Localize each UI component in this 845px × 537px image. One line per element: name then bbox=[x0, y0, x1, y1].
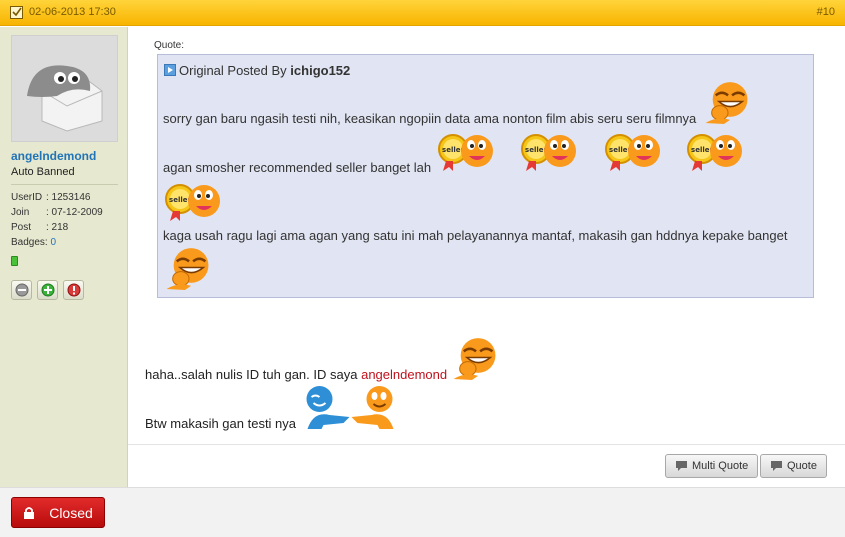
speech-bubble-icon bbox=[676, 461, 687, 471]
post-header: 02-06-2013 17:30 #10 bbox=[0, 0, 845, 26]
closed-button[interactable]: Closed bbox=[11, 497, 105, 528]
user-id-value: : 1253146 bbox=[46, 192, 91, 203]
join-label: Join bbox=[11, 207, 30, 218]
quote-line-1: sorry gan baru ngasih testi nih, keasika… bbox=[163, 111, 697, 126]
user-panel: angelndemond Auto Banned UserID: 1253146… bbox=[0, 27, 128, 487]
reputation-bar bbox=[11, 256, 18, 266]
plus-circle-icon bbox=[41, 283, 55, 297]
seller-badge-emoticon-icon bbox=[602, 127, 664, 172]
quote-author[interactable]: ichigo152 bbox=[290, 63, 350, 78]
quote-header: Original Posted By ichigo152 bbox=[164, 63, 350, 78]
post-count-row: Post : 218 bbox=[11, 222, 68, 233]
avatar[interactable] bbox=[11, 35, 118, 142]
seller-badge-emoticon-icon bbox=[435, 127, 497, 172]
badges-count[interactable]: 0 bbox=[50, 237, 56, 248]
join-value: : 07-12-2009 bbox=[46, 207, 103, 218]
post-number[interactable]: #10 bbox=[817, 6, 835, 18]
minus-circle-icon bbox=[15, 283, 29, 297]
multi-quote-button[interactable]: Multi Quote bbox=[665, 454, 759, 478]
quote-line-2: agan smosher recommended seller banget l… bbox=[163, 160, 432, 175]
block-user-button[interactable] bbox=[11, 280, 32, 300]
post-datetime: 02-06-2013 17:30 bbox=[29, 6, 116, 18]
message-line-1: haha..salah nulis ID tuh gan. ID saya an… bbox=[145, 367, 447, 382]
thread-footer: Closed bbox=[0, 487, 845, 537]
seller-badge-emoticon-icon bbox=[518, 127, 580, 172]
message-prefix: haha..salah nulis ID tuh gan. ID saya bbox=[145, 367, 358, 382]
add-friend-button[interactable] bbox=[37, 280, 58, 300]
lock-icon bbox=[24, 507, 35, 519]
user-id-row: UserID: 1253146 bbox=[11, 192, 91, 203]
checkbox-icon[interactable] bbox=[10, 6, 23, 19]
message-user-id: angelndemond bbox=[361, 367, 448, 382]
quote-button-label: Quote bbox=[787, 460, 817, 472]
post-count-value: : 218 bbox=[46, 222, 69, 233]
join-row: Join : 07-12-2009 bbox=[11, 207, 103, 218]
quote-line-3: kaga usah ragu lagi ama agan yang satu i… bbox=[163, 228, 788, 243]
username[interactable]: angelndemond bbox=[11, 149, 96, 163]
divider bbox=[128, 444, 845, 445]
badges-label: Badges: bbox=[11, 237, 48, 248]
user-status: Auto Banned bbox=[11, 166, 75, 178]
laughing-emoticon-icon bbox=[701, 79, 753, 125]
post-count-label: Post bbox=[11, 222, 32, 233]
seller-badge-emoticon-icon bbox=[162, 177, 224, 222]
laughing-emoticon-icon bbox=[449, 335, 501, 381]
laughing-emoticon-icon bbox=[162, 245, 214, 291]
speech-bubble-icon bbox=[771, 461, 782, 471]
quote-label: Quote: bbox=[154, 40, 185, 51]
report-button[interactable] bbox=[63, 280, 84, 300]
quote-box: Original Posted By ichigo152 sorry gan b… bbox=[157, 54, 814, 298]
badges-row: Badges: 0 bbox=[11, 237, 56, 248]
alert-icon bbox=[67, 283, 81, 297]
closed-label: Closed bbox=[49, 504, 93, 521]
seller-badge-emoticon-icon bbox=[684, 127, 746, 172]
message-line-2: Btw makasih gan testi nya bbox=[145, 416, 297, 431]
handshake-emoticon-icon bbox=[303, 385, 399, 430]
quote-prefix: Original Posted By bbox=[179, 63, 287, 78]
quote-arrow-icon[interactable] bbox=[164, 64, 176, 76]
quote-button[interactable]: Quote bbox=[760, 454, 827, 478]
user-id-label: UserID bbox=[11, 192, 43, 203]
multi-quote-label: Multi Quote bbox=[692, 460, 749, 472]
divider bbox=[11, 184, 118, 185]
